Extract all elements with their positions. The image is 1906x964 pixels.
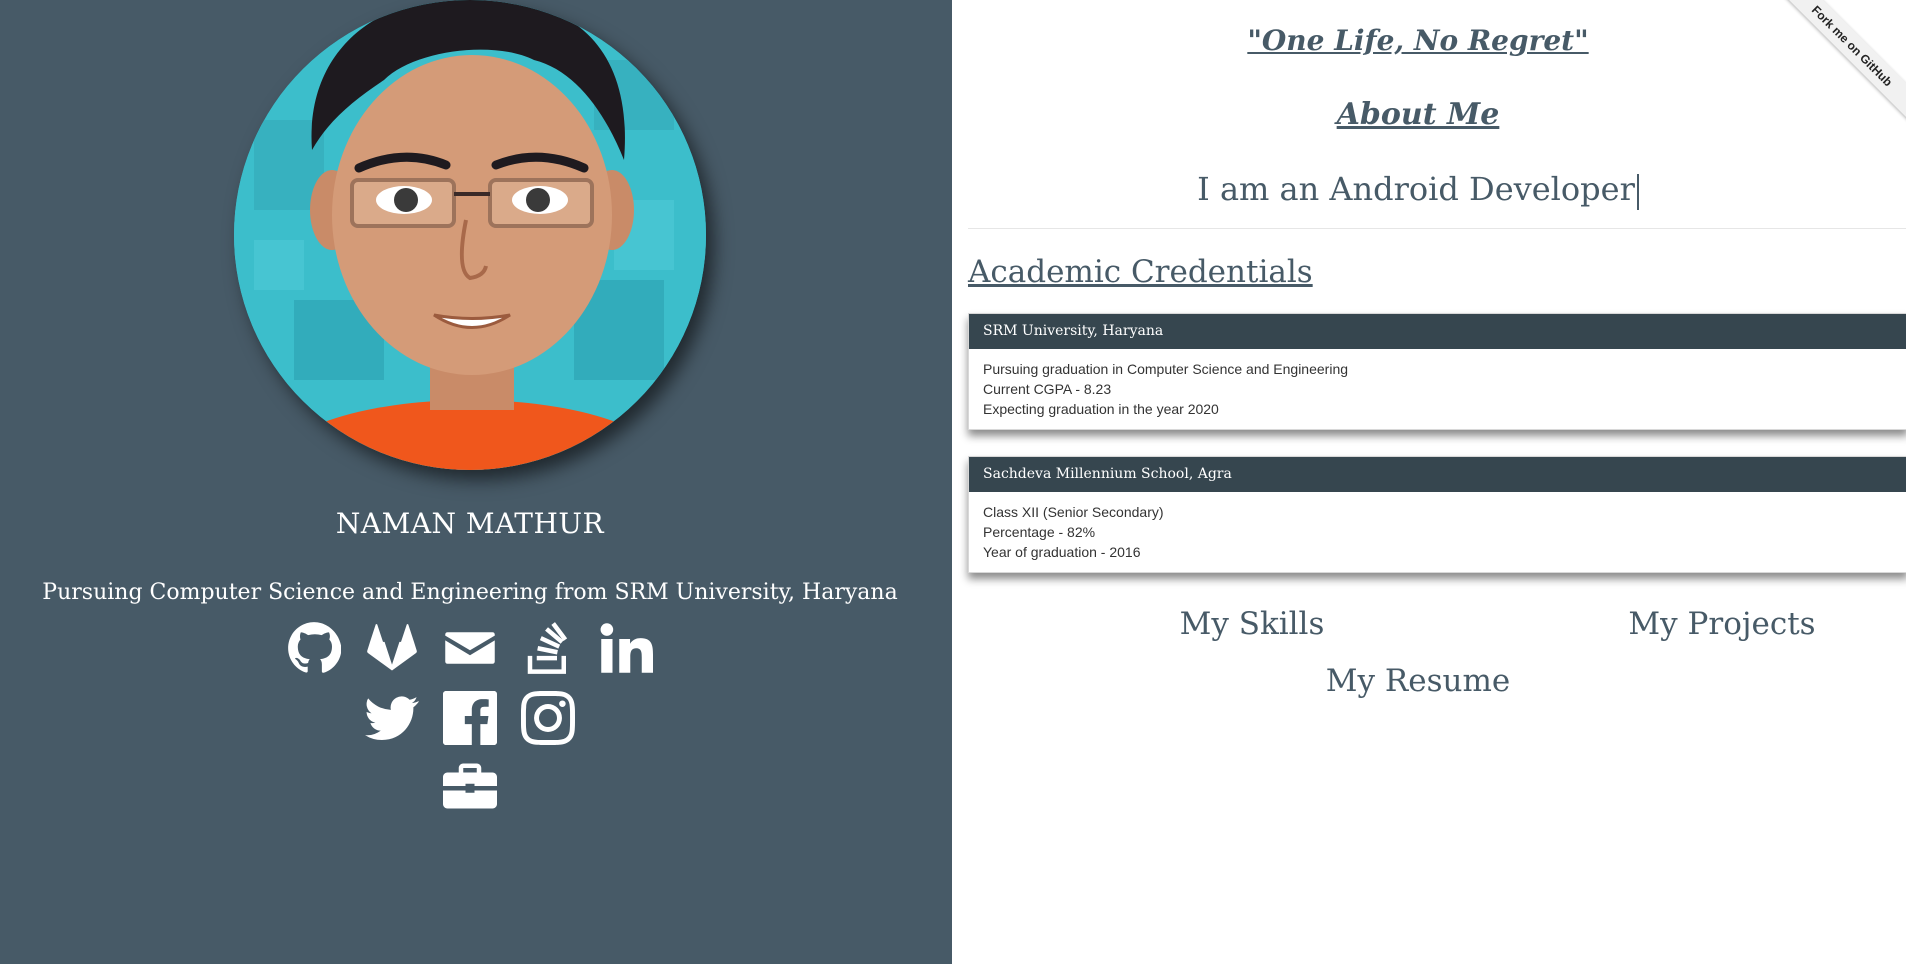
social-links-row-1 [0, 620, 940, 676]
github-ribbon-container: Fork me on GitHub [1776, 0, 1906, 130]
social-links-row-2 [0, 690, 940, 746]
typed-role-text: I am an Android Developer [952, 170, 1884, 210]
credential-line: Expecting graduation in the year 2020 [983, 401, 1219, 417]
credential-line: Pursuing graduation in Computer Science … [983, 361, 1349, 377]
divider [968, 228, 1906, 229]
profile-sidebar: NAMAN MATHUR Pursuing Computer Science a… [0, 0, 952, 964]
credential-line: Current CGPA - 8.23 [983, 381, 1112, 397]
my-projects-link[interactable]: My Projects [1572, 606, 1872, 642]
social-links-row-3 [0, 758, 940, 814]
avatar [234, 0, 706, 470]
twitter-icon[interactable] [364, 690, 420, 746]
instagram-icon[interactable] [520, 690, 576, 746]
my-resume-link[interactable]: My Resume [1268, 663, 1568, 699]
main-content: "One Life, No Regret" About Me I am an A… [952, 0, 1906, 964]
profile-tagline: Pursuing Computer Science and Engineerin… [42, 580, 898, 605]
stackoverflow-icon[interactable] [520, 620, 576, 676]
briefcase-icon[interactable] [442, 758, 498, 814]
gitlab-icon[interactable] [364, 620, 420, 676]
credential-card: SRM University, Haryana Pursuing graduat… [968, 313, 1906, 430]
credential-line: Class XII (Senior Secondary) [983, 504, 1164, 520]
credential-institution: Sachdeva Millennium School, Agra [969, 457, 1906, 492]
github-icon[interactable] [286, 620, 342, 676]
credential-line: Percentage - 82% [983, 524, 1096, 540]
my-skills-link[interactable]: My Skills [1102, 606, 1402, 642]
credential-card: Sachdeva Millennium School, Agra Class X… [968, 456, 1906, 573]
fork-me-github-ribbon[interactable]: Fork me on GitHub [1776, 0, 1906, 126]
about-me-title: About Me [1336, 97, 1500, 132]
profile-name: NAMAN MATHUR [335, 507, 605, 540]
envelope-icon[interactable] [442, 620, 498, 676]
typing-cursor [1636, 173, 1639, 210]
facebook-icon[interactable] [442, 690, 498, 746]
credential-line: Year of graduation - 2016 [983, 544, 1141, 560]
linkedin-icon[interactable] [598, 620, 654, 676]
motto-quote: "One Life, No Regret" [1247, 24, 1589, 57]
credential-body: Pursuing graduation in Computer Science … [969, 349, 1906, 429]
typed-role-value: I am an Android Developer [1197, 170, 1635, 208]
academic-credentials-title: Academic Credentials [968, 254, 1313, 290]
credential-institution: SRM University, Haryana [969, 314, 1906, 349]
credential-body: Class XII (Senior Secondary) Percentage … [969, 492, 1906, 572]
